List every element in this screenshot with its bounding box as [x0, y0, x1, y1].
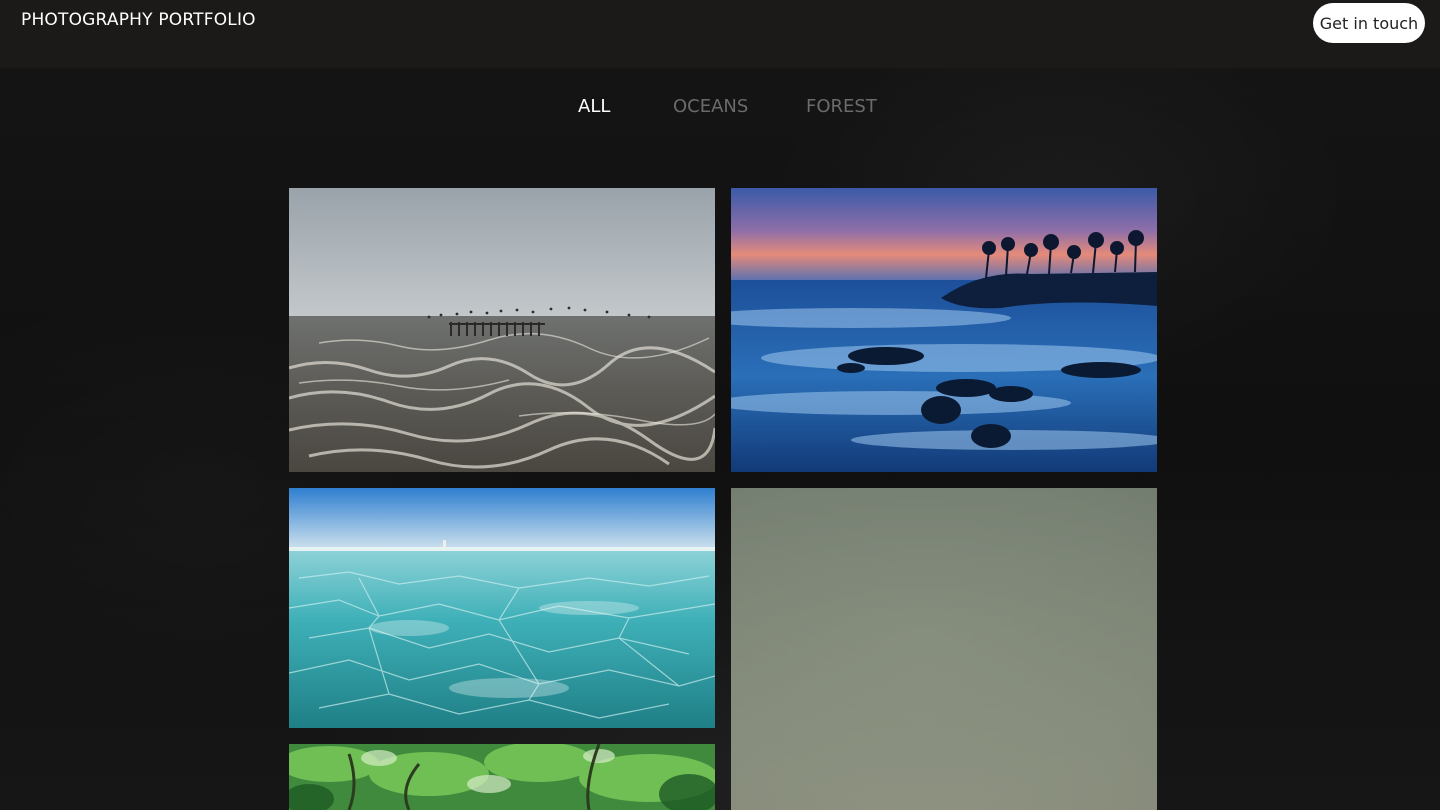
brand-title[interactable]: PHOTOGRAPHY PORTFOLIO — [21, 10, 256, 30]
photo-stormy-sea[interactable] — [289, 188, 715, 472]
filter-forest[interactable]: FOREST — [806, 96, 877, 117]
photo-sunset-coast[interactable] — [731, 188, 1157, 472]
green-canopy-image — [289, 744, 715, 810]
photo-misty-forest[interactable] — [731, 488, 1157, 810]
filter-tabs: ALL OCEANS FOREST — [0, 96, 1440, 124]
turquoise-ice-image — [289, 488, 715, 728]
stormy-sea-image — [289, 188, 715, 472]
misty-forest-image — [731, 488, 1157, 810]
photo-green-canopy[interactable] — [289, 744, 715, 810]
photo-turquoise-ice[interactable] — [289, 488, 715, 728]
background-photo — [0, 68, 1440, 810]
get-in-touch-button[interactable]: Get in touch — [1313, 3, 1425, 43]
site-header: PHOTOGRAPHY PORTFOLIO Get in touch — [0, 0, 1440, 68]
sunset-coast-image — [731, 188, 1157, 472]
filter-all[interactable]: ALL — [578, 96, 610, 117]
filter-oceans[interactable]: OCEANS — [673, 96, 748, 117]
